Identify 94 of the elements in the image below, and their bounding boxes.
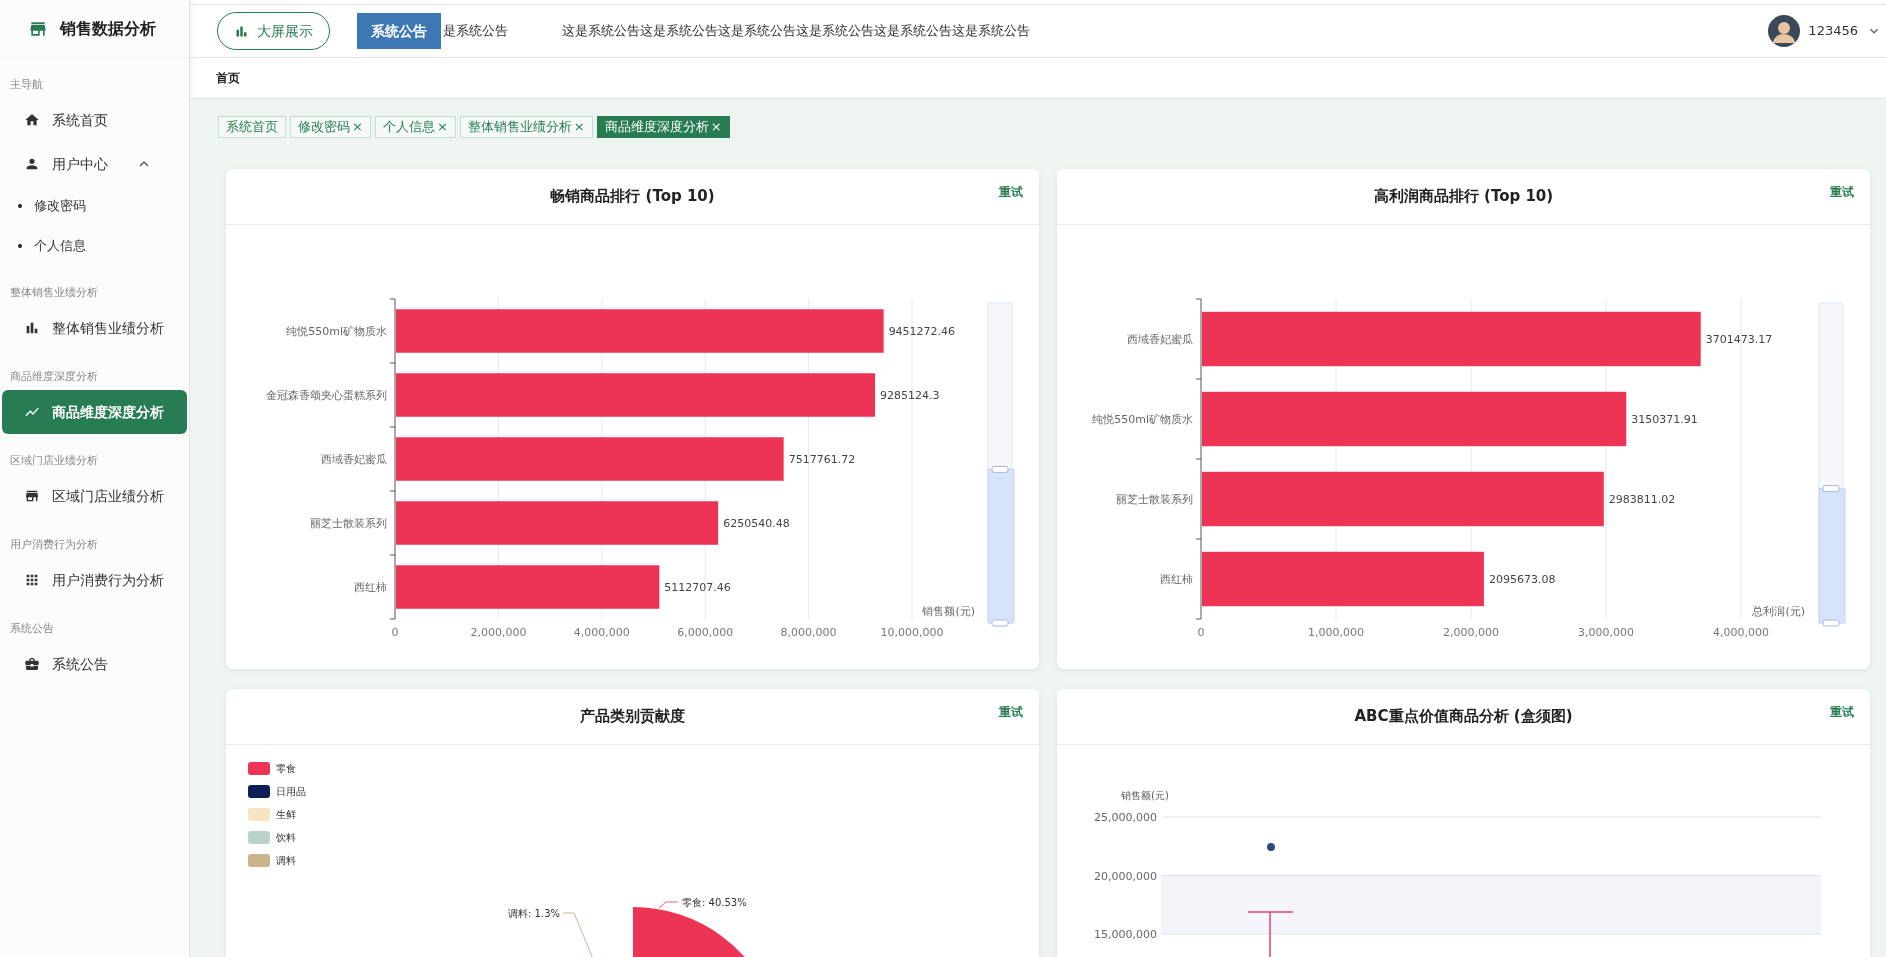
legend-label: 调料 [276,854,296,868]
notice-text: 这是系统公告这是系统公告这是系统公告这是系统公告这是系统公告这是系统公告 [562,22,1030,41]
tick-label: 25,000,000 [1094,811,1157,824]
notice-label: 系统公告 [357,13,441,49]
card-title: 高利润商品排行 (Top 10) [1373,186,1554,208]
nav-group-title: 系统公告 [9,620,55,637]
tick-label: 15,000,000 [1094,928,1157,941]
sidebar-subitem[interactable]: 个人信息 [0,226,189,266]
sidebar-item[interactable]: 区域门店业绩分析 [2,474,187,518]
legend-label: 饮料 [276,831,296,845]
outlier-dot [1267,843,1275,851]
card-title: ABC重点价值商品分析 (盒须图) [1354,706,1573,728]
slice-label: 调料: 1.3% [508,908,560,919]
user-name[interactable]: 123456 [1808,21,1858,41]
tick-label: 3,000,000 [1578,626,1634,639]
sidebar-item[interactable]: 用户中心 [2,142,187,186]
value-label: 9285124.3 [880,389,940,402]
nav-group-title: 用户消费行为分析 [9,536,99,553]
retry-link[interactable]: 重试 [999,703,1023,721]
value-label: 7517761.72 [788,453,856,466]
tick-label: 2,000,000 [1443,626,1499,639]
category-label: 金冠森香颂夹心蛋糕系列 [266,389,387,402]
slice-label: 零食: 40.53% [682,897,747,908]
page-tab[interactable]: 个人信息× [374,116,456,138]
value-label: 6250540.48 [723,517,790,530]
bullet-icon [18,244,22,248]
card-title: 产品类别贡献度 [580,706,685,728]
nav-icon [24,572,40,588]
axis-title: 总利润(元) [1752,605,1805,618]
range-slider[interactable] [987,302,1015,627]
tick-label: 4,000,000 [1713,626,1769,639]
nav-group-title: 主导航 [9,76,44,93]
sidebar-subitem[interactable]: 修改密码 [0,186,189,226]
app-title: 销售数据分析 [60,17,156,40]
legend-label: 零食 [276,762,296,776]
category-label: 纯悦550ml矿物质水 [1092,413,1193,426]
sidebar-item[interactable]: 整体销售业绩分析 [2,306,187,350]
nav-icon [24,656,40,672]
tick-label: 0 [391,626,399,639]
value-label: 5112707.46 [664,581,731,594]
retry-link[interactable]: 重试 [1830,703,1854,721]
sidebar-item[interactable]: 用户消费行为分析 [2,558,187,602]
value-label: 3701473.17 [1705,333,1773,346]
nav-group-title: 区域门店业绩分析 [9,452,99,469]
tick-label: 2,000,000 [470,626,527,639]
nav-icon [24,112,40,128]
tick-label: 6,000,000 [677,626,734,639]
value-label: 2095673.08 [1488,573,1556,586]
tick-label: 1,000,000 [1308,626,1364,639]
tick-label: 20,000,000 [1094,869,1157,883]
close-icon[interactable]: × [436,117,448,137]
breadcrumb[interactable]: 首页 [216,69,240,87]
tick-label: 8,000,000 [780,626,837,639]
page-tab[interactable]: 系统首页 [218,116,286,138]
value-label: 9451272.46 [888,325,956,338]
sidebar-item[interactable]: 系统公告 [2,642,187,686]
nav-group-title: 整体销售业绩分析 [9,284,99,301]
category-label: 丽芝士散装系列 [310,517,387,530]
range-slider[interactable] [1818,302,1846,627]
value-label: 3150371.91 [1631,413,1698,426]
nav-icon [24,156,40,172]
category-label: 丽芝士散装系列 [1116,493,1193,506]
axis-title: 销售额(元) [1121,790,1169,801]
close-icon[interactable]: × [573,117,585,137]
category-label: 西域香妃蜜瓜 [1127,333,1193,346]
category-label: 西红柿 [1160,573,1193,586]
axis-title: 销售额(元) [922,605,975,618]
page-tab[interactable]: 整体销售业绩分析× [459,116,593,138]
legend-label: 日用品 [276,785,306,799]
category-label: 纯悦550ml矿物质水 [286,325,387,338]
tick-label: 4,000,000 [573,626,630,639]
avatar[interactable] [1768,15,1801,47]
nav-icon [24,488,40,504]
bullet-icon [18,204,22,208]
sidebar-item[interactable]: 商品维度深度分析 [2,390,187,434]
tick-label: 10,000,000 [880,626,944,639]
nav-icon [24,320,40,336]
card-title: 畅销商品排行 (Top 10) [550,186,715,208]
nav-group-title: 商品维度深度分析 [9,368,99,385]
close-icon[interactable]: × [352,117,363,137]
page-tab[interactable]: 商品维度深度分析× [596,116,730,138]
whisker [1247,911,1294,957]
sidebar-item[interactable]: 系统首页 [2,98,187,142]
tick-label: 0 [1197,626,1205,639]
leader-line [658,901,679,909]
category-label: 西红柿 [354,581,387,594]
legend-label: 生鲜 [276,808,296,822]
category-label: 西域香妃蜜瓜 [321,453,387,466]
value-label: 2983811.02 [1608,493,1676,506]
page-tab[interactable]: 修改密码× [290,116,371,138]
close-icon[interactable]: × [710,117,722,137]
retry-link[interactable]: 重试 [999,183,1023,201]
notice-text: 是系统公告 [443,22,508,41]
retry-link[interactable]: 重试 [1830,183,1854,201]
